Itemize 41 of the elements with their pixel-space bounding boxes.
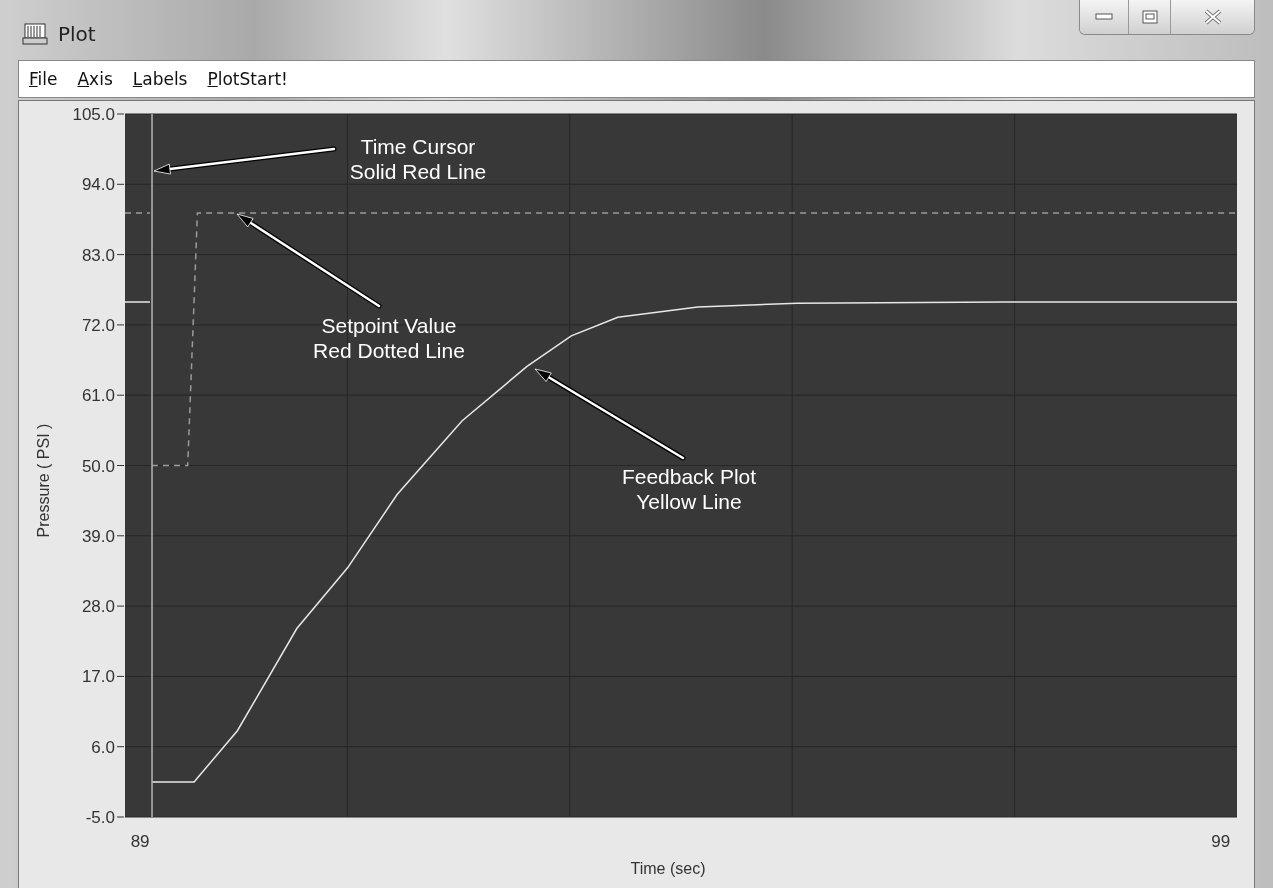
tick-mark xyxy=(116,675,125,677)
close-icon xyxy=(1202,9,1223,25)
callout-label: Feedback Plot Yellow Line xyxy=(621,465,757,513)
y-tick-label: 61.0 xyxy=(81,386,115,406)
tick-mark xyxy=(116,816,125,818)
minimize-button[interactable] xyxy=(1080,0,1128,34)
menu-item[interactable]: Axis xyxy=(77,69,113,89)
tick-mark xyxy=(116,394,125,396)
maximize-button[interactable] xyxy=(1128,0,1170,34)
tick-mark xyxy=(116,605,125,607)
tick-mark xyxy=(116,324,125,326)
y-tick-label: 72.0 xyxy=(81,315,115,335)
x-tick-label: 89 xyxy=(130,832,150,851)
tick-mark xyxy=(116,254,125,256)
tick-mark xyxy=(116,113,125,115)
y-tick-label: 105.0 xyxy=(72,105,115,124)
app-icon xyxy=(22,22,48,46)
callout-label: Setpoint Value Red Dotted Line xyxy=(313,314,465,362)
window-title: Plot xyxy=(58,22,96,46)
menu-item[interactable]: PlotStart! xyxy=(207,69,288,89)
minimize-icon xyxy=(1095,13,1113,21)
y-tick-label: 39.0 xyxy=(81,526,115,546)
y-tick-label: 94.0 xyxy=(81,175,115,195)
y-tick-label: 17.0 xyxy=(81,667,115,687)
tick-mark xyxy=(116,535,125,537)
y-tick-label: 28.0 xyxy=(81,597,115,617)
tick-mark xyxy=(116,465,125,466)
y-tick-label: -5.0 xyxy=(85,808,115,827)
y-tick-label: 6.0 xyxy=(91,737,115,757)
menu-item[interactable]: Labels xyxy=(132,69,188,89)
x-tick-label: 99 xyxy=(1211,832,1231,851)
y-tick-label: 83.0 xyxy=(81,245,115,265)
maximize-icon xyxy=(1141,10,1158,24)
y-tick-label: 50.0 xyxy=(81,456,115,476)
menu-item[interactable]: File xyxy=(29,69,58,89)
callout-label: Time Cursor Solid Red Line xyxy=(349,135,487,183)
close-button[interactable] xyxy=(1170,0,1254,34)
tick-mark xyxy=(116,746,125,748)
y-axis-title: Pressure ( PSI ) xyxy=(35,423,52,538)
x-axis-title: Time (sec) xyxy=(630,860,706,877)
tick-mark xyxy=(116,183,125,185)
